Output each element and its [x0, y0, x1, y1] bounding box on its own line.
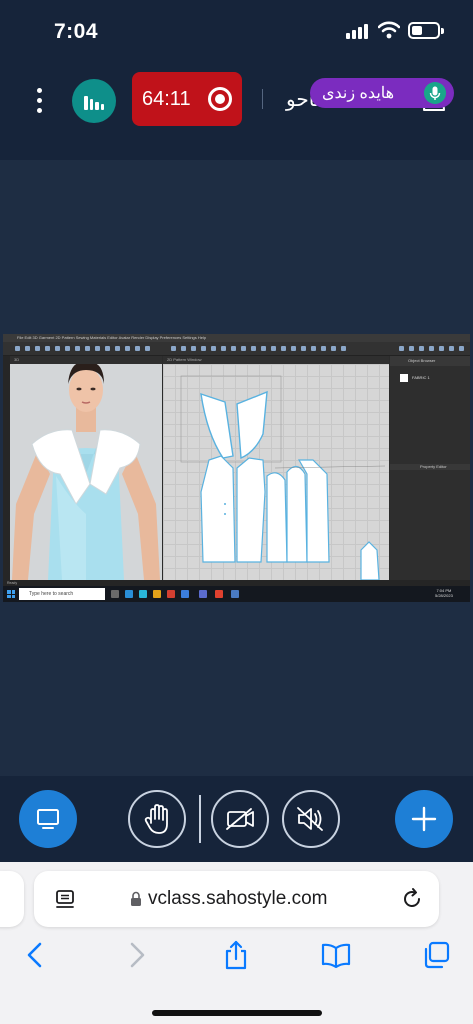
fabric-swatch [400, 374, 408, 382]
taskbar-app-icon [167, 590, 175, 598]
back-icon[interactable] [20, 940, 50, 970]
taskbar-clock: 7:04 PM 5/28/2023 [435, 588, 453, 598]
add-button[interactable] [395, 790, 453, 848]
recording-timer[interactable]: 64:11 [132, 72, 242, 126]
hand-icon [144, 804, 168, 834]
recording-time: 64:11 [142, 88, 191, 110]
taskbar-app-icon [111, 590, 119, 598]
app-toolbar [3, 342, 470, 356]
meeting-header: 64:11 صاحو - Clo3D [0, 60, 473, 160]
browser-toolbar: vclass.sahostyle.com [0, 862, 473, 1024]
speaker-icon [297, 807, 323, 831]
cellular-signal-icon [346, 23, 370, 39]
tab-2d-pattern: 2D Pattern Window [163, 356, 389, 364]
stats-button[interactable] [72, 79, 116, 123]
windows-search-box: Type here to search [19, 588, 105, 600]
reader-icon[interactable] [54, 888, 76, 910]
fabric-label: FABRIC 1 [412, 375, 430, 380]
controls-divider [199, 795, 201, 843]
battery-icon [408, 22, 444, 39]
avatar-garment-image [10, 364, 162, 580]
property-editor-title: Property Editor [390, 464, 470, 470]
taskbar-app-icon [181, 590, 189, 598]
divider [262, 89, 263, 109]
previous-tab[interactable] [0, 871, 24, 927]
3d-avatar-view [10, 364, 162, 580]
clock: 7:04 [54, 20, 99, 43]
lock-icon [131, 891, 141, 906]
taskbar-app-icon [215, 590, 223, 598]
home-indicator [152, 1010, 322, 1016]
taskbar-app-icon [125, 590, 133, 598]
tabs-icon[interactable] [421, 940, 451, 970]
forward-icon[interactable] [122, 940, 152, 970]
plus-icon [411, 806, 437, 832]
taskbar-app-icon [199, 590, 207, 598]
2d-pattern-view [163, 364, 389, 580]
taskbar-app-icon [231, 590, 239, 598]
share-screen-button[interactable] [19, 790, 77, 848]
shared-screen: File Edit 3D Garment 2D Pattern Sewing M… [3, 334, 470, 602]
object-browser-title: Object Browser [390, 356, 470, 366]
reload-icon[interactable] [400, 887, 424, 911]
share-icon[interactable] [221, 940, 251, 970]
windows-start-icon [7, 590, 15, 598]
taskbar-app-icon [139, 590, 147, 598]
raise-hand-button[interactable] [128, 790, 186, 848]
camera-off-icon [226, 808, 254, 830]
wifi-icon [378, 21, 400, 39]
active-speaker-pill: هایده زندی [310, 78, 454, 108]
app-side-toolbar [3, 356, 10, 580]
mic-icon [424, 82, 446, 104]
pattern-pieces [180, 375, 386, 580]
speaker-name: هایده زندی [322, 85, 395, 102]
object-browser-panel: Object Browser FABRIC 1 Property Editor [390, 356, 470, 580]
bookmarks-icon[interactable] [321, 940, 351, 970]
monitor-icon [37, 809, 59, 829]
url-text: vclass.sahostyle.com [148, 888, 328, 909]
more-vertical-icon[interactable] [34, 88, 44, 114]
windows-taskbar: Type here to search 7:04 PM 5/28/2023 [3, 586, 470, 602]
tab-3d-view: 3D [10, 356, 162, 364]
app-menu-bar: File Edit 3D Garment 2D Pattern Sewing M… [3, 334, 470, 342]
camera-toggle-button[interactable] [211, 790, 269, 848]
record-icon [208, 87, 232, 111]
status-bar: 7:04 [0, 0, 473, 60]
taskbar-app-icon [153, 590, 161, 598]
audio-toggle-button[interactable] [282, 790, 340, 848]
address-bar[interactable]: vclass.sahostyle.com [34, 871, 439, 927]
taskbar-date: 5/28/2023 [435, 593, 453, 598]
meeting-controls [0, 776, 473, 862]
